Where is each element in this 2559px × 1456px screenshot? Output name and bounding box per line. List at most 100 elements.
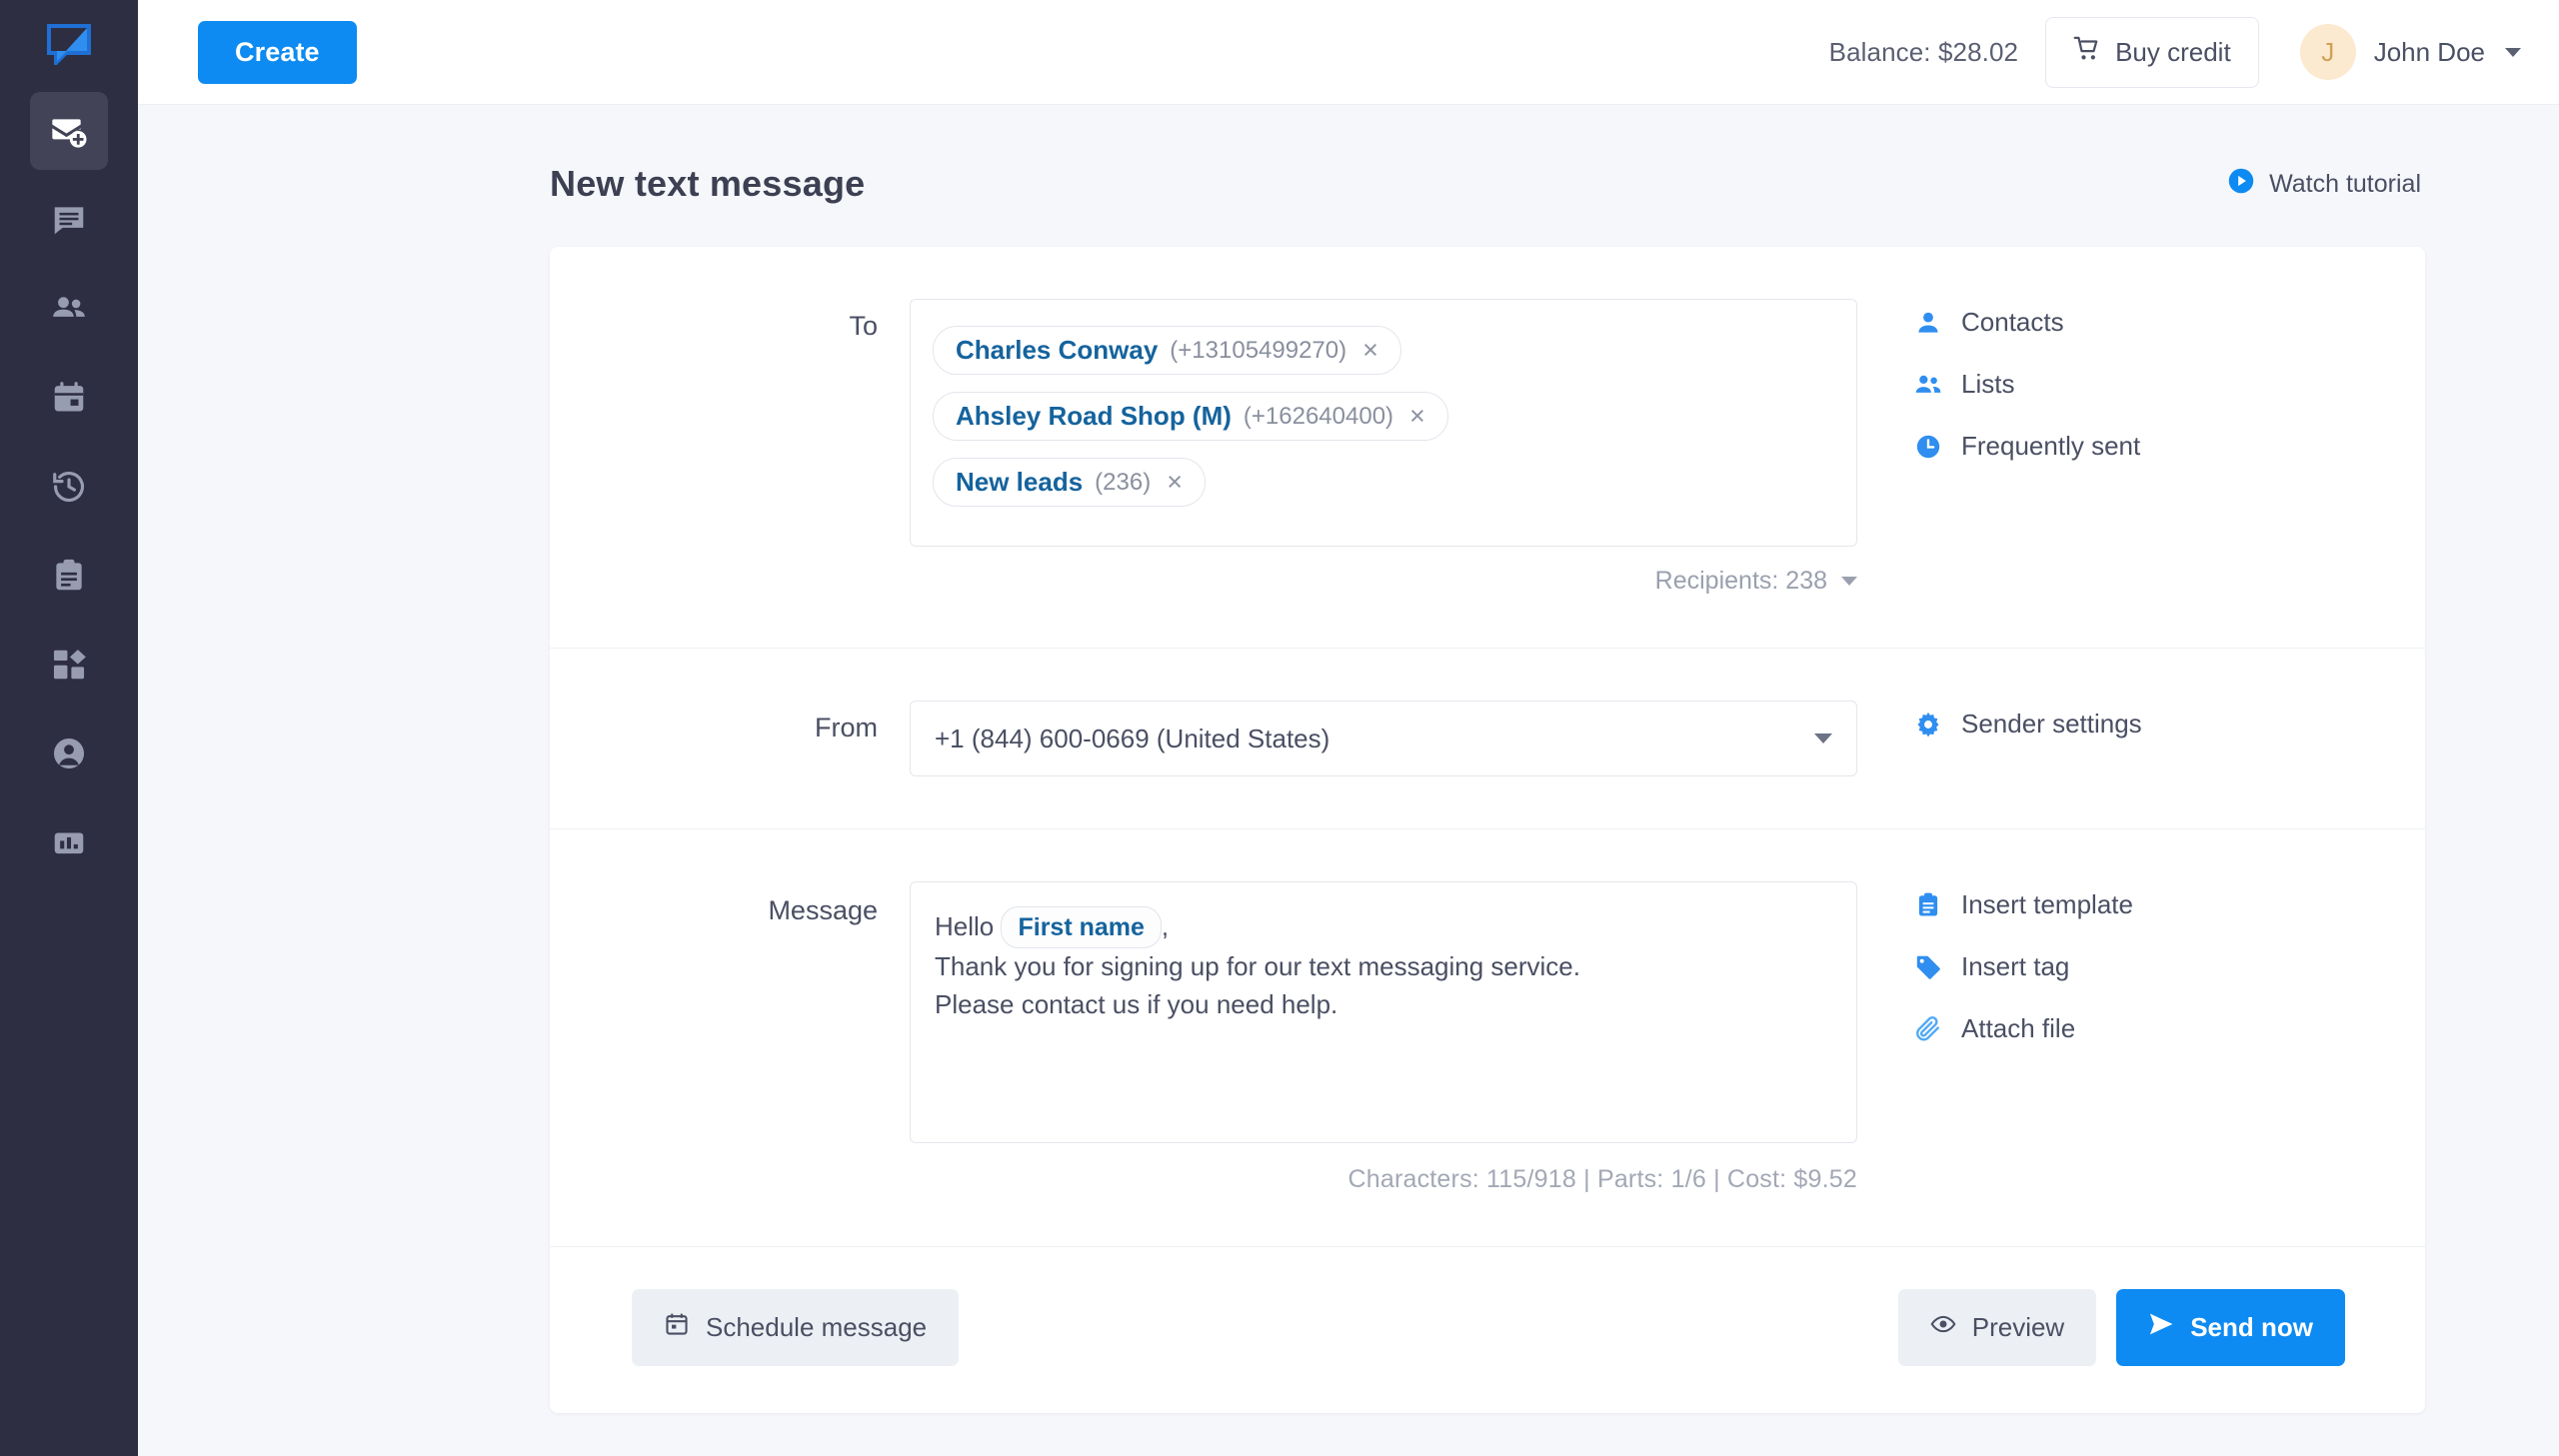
buy-credit-button[interactable]: Buy credit <box>2045 16 2259 88</box>
contacts-link-label: Contacts <box>1961 307 2064 337</box>
page-head: New text message Watch tutorial <box>550 163 2425 205</box>
insert-tag-label: Insert tag <box>1961 951 2070 981</box>
chip-name: New leads <box>956 467 1084 497</box>
to-side-links: Contacts Lists Frequently sent <box>1857 299 2425 596</box>
message-counter: Characters: 115/918 | Parts: 1/6 | Cost:… <box>1347 1165 1857 1193</box>
topbar: Create Balance: $28.02 Buy credit J John… <box>138 0 2559 105</box>
chip-row: Ahsley Road Shop (M) (+162640400) × <box>933 392 1834 458</box>
chip-meta: (+162640400) <box>1243 402 1394 430</box>
sidebar-item-history[interactable] <box>30 448 108 526</box>
tag-icon <box>1913 952 1943 982</box>
user-name: John Doe <box>2373 36 2485 67</box>
clipboard-icon <box>1913 890 1943 920</box>
message-greeting: Hello <box>935 911 995 941</box>
apps-icon <box>50 646 88 684</box>
user-menu[interactable]: J John Doe <box>2286 24 2521 80</box>
attach-file-label: Attach file <box>1961 1013 2076 1043</box>
reports-icon <box>50 823 88 861</box>
message-textarea[interactable]: Hello First name, Thank you for signing … <box>910 881 1857 1143</box>
recipient-chip[interactable]: New leads (236) × <box>933 458 1206 507</box>
message-comma: , <box>1161 911 1170 941</box>
gear-icon <box>1913 710 1943 739</box>
clipboard-icon <box>50 557 88 595</box>
insert-tag-link[interactable]: Insert tag <box>1913 951 2425 982</box>
from-side-links: Sender settings <box>1857 701 2425 776</box>
page-title: New text message <box>550 163 866 204</box>
eye-icon <box>1930 1311 1956 1344</box>
sidebar-item-account[interactable] <box>30 715 108 792</box>
to-field: Charles Conway (+13105499270) × Ahsley R… <box>910 299 1857 596</box>
lists-link[interactable]: Lists <box>1913 369 2425 400</box>
main-area: Create Balance: $28.02 Buy credit J John… <box>138 0 2559 1456</box>
message-line-3: Please contact us if you need help. <box>935 988 1338 1019</box>
clock-icon <box>1913 432 1943 462</box>
create-button[interactable]: Create <box>198 20 357 84</box>
chip-row: New leads (236) × <box>933 458 1834 524</box>
message-line-2: Thank you for signing up for our text me… <box>935 951 1580 982</box>
chip-remove-icon[interactable]: × <box>1405 403 1429 430</box>
chat-icon <box>50 201 88 239</box>
speech-bubble-logo[interactable] <box>35 14 103 74</box>
sidebar-item-templates[interactable] <box>30 537 108 615</box>
chevron-down-icon <box>1841 577 1857 586</box>
sidebar-item-apps[interactable] <box>30 626 108 704</box>
app-root: Create Balance: $28.02 Buy credit J John… <box>0 0 2559 1456</box>
insert-template-link[interactable]: Insert template <box>1913 889 2425 920</box>
chip-meta: (+13105499270) <box>1170 336 1347 364</box>
shopping-cart-icon <box>2073 35 2101 70</box>
recipients-count-label: Recipients: 238 <box>1654 567 1827 595</box>
message-side-links: Insert template Insert tag Attach file <box>1857 881 2425 1194</box>
preview-label: Preview <box>1971 1312 2065 1342</box>
chip-row: Charles Conway (+13105499270) × <box>933 326 1834 392</box>
calendar-icon <box>50 379 88 417</box>
watch-tutorial-label: Watch tutorial <box>2269 169 2421 198</box>
recipients-count[interactable]: Recipients: 238 <box>910 567 1857 596</box>
message-label: Message <box>768 895 878 925</box>
balance-label: Balance: $28.02 <box>1828 36 2019 67</box>
from-field: +1 (844) 600-0669 (United States) <box>910 701 1857 776</box>
footer-right: Preview Send now <box>1897 1289 2345 1366</box>
card-footer: Schedule message Preview Send now <box>550 1247 2425 1413</box>
chip-remove-icon[interactable]: × <box>1358 337 1382 364</box>
buy-credit-label: Buy credit <box>2115 36 2231 67</box>
sidebar-item-new-message[interactable] <box>30 92 108 170</box>
schedule-message-button[interactable]: Schedule message <box>632 1289 960 1366</box>
lists-link-label: Lists <box>1961 369 2015 399</box>
calendar-icon <box>664 1311 690 1344</box>
sidebar-item-chat[interactable] <box>30 181 108 259</box>
merge-tag-chip[interactable]: First name <box>1001 906 1162 949</box>
contacts-icon <box>50 290 88 328</box>
new-message-icon <box>49 111 89 151</box>
sender-settings-label: Sender settings <box>1961 709 2142 738</box>
recipient-chip[interactable]: Ahsley Road Shop (M) (+162640400) × <box>933 392 1448 441</box>
contacts-link[interactable]: Contacts <box>1913 307 2425 338</box>
recipient-chip[interactable]: Charles Conway (+13105499270) × <box>933 326 1401 375</box>
to-row: To Charles Conway (+13105499270) × Ahsle… <box>550 247 2425 649</box>
recipients-input[interactable]: Charles Conway (+13105499270) × Ahsley R… <box>910 299 1857 547</box>
schedule-message-label: Schedule message <box>706 1312 928 1342</box>
avatar: J <box>2299 24 2356 80</box>
frequently-sent-link[interactable]: Frequently sent <box>1913 431 2425 462</box>
chevron-down-icon <box>2505 47 2521 57</box>
attach-file-link[interactable]: Attach file <box>1913 1013 2425 1044</box>
preview-button[interactable]: Preview <box>1897 1289 2097 1366</box>
watch-tutorial-link[interactable]: Watch tutorial <box>2227 167 2421 202</box>
sender-number-select[interactable]: +1 (844) 600-0669 (United States) <box>910 701 1857 776</box>
frequently-sent-link-label: Frequently sent <box>1961 431 2141 461</box>
message-row: Message Hello First name, Thank you for … <box>550 829 2425 1247</box>
sidebar-item-contacts[interactable] <box>30 270 108 348</box>
sender-settings-link[interactable]: Sender settings <box>1913 709 2425 739</box>
send-now-button[interactable]: Send now <box>2116 1289 2345 1366</box>
send-icon <box>2148 1311 2174 1344</box>
sender-number-value: +1 (844) 600-0669 (United States) <box>935 723 1330 753</box>
insert-template-label: Insert template <box>1961 889 2133 919</box>
sidebar-item-calendar[interactable] <box>30 359 108 437</box>
chip-name: Charles Conway <box>956 335 1159 365</box>
message-field: Hello First name, Thank you for signing … <box>910 881 1857 1194</box>
chip-name: Ahsley Road Shop (M) <box>956 401 1232 431</box>
from-label: From <box>815 713 878 742</box>
message-line-1: Hello First name, <box>935 906 1832 949</box>
chip-remove-icon[interactable]: × <box>1163 469 1187 496</box>
paperclip-icon <box>1913 1014 1943 1044</box>
sidebar-item-reports[interactable] <box>30 803 108 881</box>
